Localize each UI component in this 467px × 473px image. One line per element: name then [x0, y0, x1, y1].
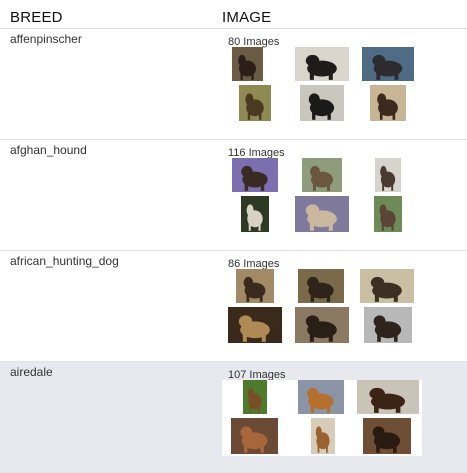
dog-photo — [298, 269, 344, 303]
dog-photo — [228, 307, 282, 343]
dog-photo — [375, 158, 401, 192]
dog-photo — [357, 380, 419, 414]
dog-photo — [374, 196, 402, 232]
table-header: BREED IMAGE — [0, 0, 467, 29]
dog-thumbnail[interactable] — [302, 158, 342, 192]
dog-thumbnail[interactable] — [357, 380, 419, 414]
dog-photo — [241, 196, 269, 232]
image-gallery — [222, 380, 422, 456]
table-row[interactable]: affenpinscher 80 Images — [0, 29, 467, 140]
dog-photo — [295, 196, 349, 232]
dog-thumbnail[interactable] — [298, 380, 344, 414]
table-row[interactable]: afghan_hound 116 Images — [0, 140, 467, 251]
dog-thumbnail[interactable] — [370, 85, 406, 121]
dog-photo — [362, 47, 414, 81]
dog-photo — [370, 85, 406, 121]
dog-photo — [364, 307, 412, 343]
dog-thumbnail[interactable] — [241, 196, 269, 232]
dog-photo — [232, 158, 278, 192]
image-gallery — [222, 158, 422, 234]
image-gallery — [222, 47, 422, 123]
dog-photo — [311, 418, 335, 454]
dog-photo — [298, 380, 344, 414]
dog-thumbnail[interactable] — [295, 196, 349, 232]
dog-photo — [295, 47, 349, 81]
column-header-breed[interactable]: BREED — [10, 9, 63, 26]
dog-thumbnail[interactable] — [311, 418, 335, 454]
dog-photo — [302, 158, 342, 192]
dog-thumbnail[interactable] — [375, 158, 401, 192]
dog-thumbnail[interactable] — [364, 307, 412, 343]
breed-name: afghan_hound — [10, 143, 87, 157]
column-header-image[interactable]: IMAGE — [222, 9, 271, 26]
dog-photo — [232, 47, 263, 81]
dog-photo — [295, 307, 349, 343]
dog-photo — [239, 85, 271, 121]
dog-thumbnail[interactable] — [295, 307, 349, 343]
dog-thumbnail[interactable] — [236, 269, 274, 303]
dog-thumbnail[interactable] — [232, 47, 263, 81]
dog-photo — [363, 418, 411, 454]
dog-photo — [236, 269, 274, 303]
dog-thumbnail[interactable] — [363, 418, 411, 454]
dog-photo — [300, 85, 344, 121]
breed-name: african_hunting_dog — [10, 254, 119, 268]
dog-thumbnail[interactable] — [362, 47, 414, 81]
breed-name: airedale — [10, 365, 53, 379]
dog-thumbnail[interactable] — [374, 196, 402, 232]
dog-thumbnail[interactable] — [228, 307, 282, 343]
table-row[interactable]: african_hunting_dog 86 Images — [0, 251, 467, 362]
breed-name: affenpinscher — [10, 32, 82, 46]
dog-photo — [231, 418, 278, 454]
dog-photo — [243, 380, 267, 414]
image-gallery — [222, 269, 422, 345]
dog-thumbnail[interactable] — [243, 380, 267, 414]
table-row-selected[interactable]: airedale 107 Images — [0, 362, 467, 473]
dog-thumbnail[interactable] — [360, 269, 414, 303]
dog-thumbnail[interactable] — [295, 47, 349, 81]
dog-thumbnail[interactable] — [300, 85, 344, 121]
dog-thumbnail[interactable] — [231, 418, 278, 454]
dog-thumbnail[interactable] — [298, 269, 344, 303]
dog-thumbnail[interactable] — [239, 85, 271, 121]
dog-thumbnail[interactable] — [232, 158, 278, 192]
dog-photo — [360, 269, 414, 303]
